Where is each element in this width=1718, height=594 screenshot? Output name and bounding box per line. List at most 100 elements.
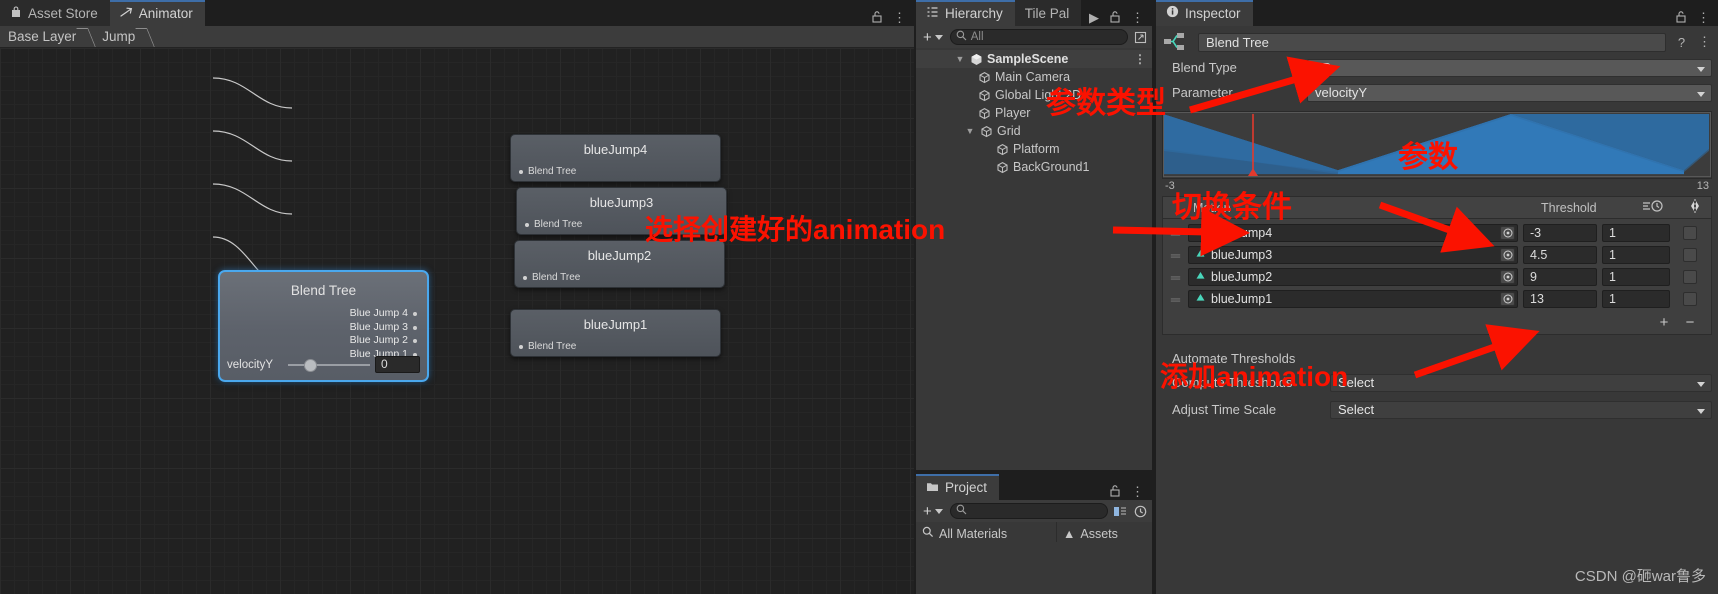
animator-tabstrip: Asset Store Animator ⋮ bbox=[0, 0, 914, 26]
tree-item-platform[interactable]: Platform bbox=[916, 140, 1152, 158]
node-subtitle: Blend Tree bbox=[519, 341, 576, 352]
drag-handle-icon[interactable]: ═ bbox=[1167, 226, 1183, 241]
tree-item-grid[interactable]: ▼ Grid bbox=[916, 122, 1152, 140]
threshold-field[interactable]: 9 bbox=[1523, 268, 1597, 286]
menu-dots-icon[interactable]: ⋮ bbox=[1131, 484, 1144, 500]
tab-inspector[interactable]: Inspector bbox=[1156, 0, 1253, 26]
tree-item-main-camera[interactable]: Main Camera bbox=[916, 68, 1152, 86]
compute-thresholds-dropdown[interactable]: Select bbox=[1330, 373, 1712, 392]
tab-project[interactable]: Project bbox=[916, 474, 1000, 500]
hierarchy-tree[interactable]: ▼ SampleScene ⋮ Main Camera Global Light… bbox=[916, 48, 1152, 470]
threshold-field[interactable]: 13 bbox=[1523, 290, 1597, 308]
lock-icon[interactable] bbox=[1109, 484, 1121, 500]
port-blue-jump-4[interactable]: Blue Jump 4 bbox=[220, 307, 417, 321]
tab-tile-palette[interactable]: Tile Pal bbox=[1014, 0, 1082, 26]
mirror-cell[interactable] bbox=[1675, 248, 1705, 262]
lock-icon[interactable] bbox=[1109, 10, 1121, 26]
motion-row-bluejump2[interactable]: ═ blueJump2 9 1 bbox=[1163, 266, 1711, 288]
mirror-cell[interactable] bbox=[1675, 226, 1705, 240]
motion-object-field[interactable]: blueJump2 bbox=[1188, 268, 1518, 286]
threshold-field[interactable]: 4.5 bbox=[1523, 246, 1597, 264]
create-gameobject-button[interactable]: + bbox=[920, 29, 946, 46]
time-scale-field[interactable]: 1 bbox=[1602, 246, 1670, 264]
mirror-cell[interactable] bbox=[1675, 270, 1705, 284]
project-search-input[interactable] bbox=[949, 503, 1108, 519]
tab-animator[interactable]: Animator bbox=[109, 0, 205, 26]
mirror-checkbox[interactable] bbox=[1683, 248, 1697, 262]
animator-graph-canvas[interactable]: Blend Tree Blue Jump 4 Blue Jump 3 Blue … bbox=[0, 48, 914, 594]
port-blue-jump-2[interactable]: Blue Jump 2 bbox=[220, 334, 417, 348]
lock-icon[interactable] bbox=[871, 10, 883, 26]
motion-row-bluejump3[interactable]: ═ blueJump3 4.5 1 bbox=[1163, 244, 1711, 266]
mirror-checkbox[interactable] bbox=[1683, 226, 1697, 240]
hierarchy-filter-icon[interactable] bbox=[1132, 29, 1148, 45]
tree-item-samplescene[interactable]: ▼ SampleScene ⋮ bbox=[916, 50, 1152, 68]
project-filter-by-type-icon[interactable] bbox=[1112, 503, 1128, 519]
blend-weight-graph-svg bbox=[1163, 111, 1711, 178]
tree-item-background1[interactable]: BackGround1 bbox=[916, 158, 1152, 176]
menu-dots-icon[interactable]: ⋮ bbox=[1131, 10, 1144, 26]
tab-hierarchy[interactable]: Hierarchy bbox=[916, 0, 1015, 26]
mirror-checkbox[interactable] bbox=[1683, 270, 1697, 284]
motion-row-bluejump1[interactable]: ═ blueJump1 13 1 bbox=[1163, 288, 1711, 310]
object-picker-icon[interactable] bbox=[1500, 292, 1515, 306]
tree-item-label: SampleScene bbox=[987, 52, 1069, 66]
asset-name-field[interactable]: Blend Tree bbox=[1198, 32, 1666, 52]
scene-menu-dots-icon[interactable]: ⋮ bbox=[1134, 52, 1152, 66]
motion-object-field[interactable]: blueJump3 bbox=[1188, 246, 1518, 264]
blend-tree-graph[interactable] bbox=[1162, 111, 1712, 179]
motion-row-bluejump4[interactable]: ═ blueJump4 -3 1 bbox=[1163, 222, 1711, 244]
expand-arrow-icon[interactable]: ▼ bbox=[964, 126, 976, 136]
play-icon[interactable]: ▶ bbox=[1089, 10, 1099, 26]
hierarchy-search-input[interactable]: All bbox=[949, 29, 1128, 45]
plus-icon: + bbox=[923, 28, 932, 46]
motion-object-field[interactable]: blueJump4 bbox=[1188, 224, 1518, 242]
expand-arrow-icon[interactable]: ▼ bbox=[954, 54, 966, 64]
remove-motion-button[interactable]: − bbox=[1679, 314, 1701, 331]
drag-handle-icon[interactable]: ═ bbox=[1167, 270, 1183, 285]
help-icon[interactable]: ? bbox=[1674, 35, 1689, 50]
gameobject-icon bbox=[996, 143, 1009, 156]
time-scale-field[interactable]: 1 bbox=[1602, 290, 1670, 308]
project-create-button[interactable]: + bbox=[920, 503, 946, 520]
breadcrumb-base-layer[interactable]: Base Layer bbox=[0, 26, 94, 48]
slider-knob[interactable] bbox=[304, 358, 318, 372]
project-favorites-icon[interactable] bbox=[1132, 503, 1148, 519]
blend-type-dropdown[interactable]: 1D bbox=[1307, 58, 1712, 77]
project-item-all-materials[interactable]: All Materials bbox=[916, 522, 1056, 542]
parameter-slider[interactable] bbox=[288, 358, 370, 372]
node-blend-tree[interactable]: Blend Tree Blue Jump 4 Blue Jump 3 Blue … bbox=[218, 270, 429, 382]
mirror-cell[interactable] bbox=[1675, 292, 1705, 306]
caret-up-icon[interactable]: ▲ bbox=[1063, 527, 1075, 541]
adjust-time-scale-dropdown[interactable]: Select bbox=[1330, 400, 1712, 419]
object-picker-icon[interactable] bbox=[1500, 270, 1515, 284]
breadcrumb-jump[interactable]: Jump bbox=[94, 26, 153, 48]
menu-dots-icon[interactable]: ⋮ bbox=[893, 10, 906, 26]
tree-item-global-light-2d[interactable]: Global Light 2D bbox=[916, 86, 1152, 104]
menu-dots-icon[interactable]: ⋮ bbox=[1697, 10, 1710, 26]
node-bluejump3[interactable]: blueJump3 Blend Tree bbox=[516, 187, 727, 235]
object-picker-icon[interactable] bbox=[1500, 226, 1515, 240]
menu-dots-icon[interactable]: ⋮ bbox=[1697, 34, 1712, 50]
time-scale-field[interactable]: 1 bbox=[1602, 224, 1670, 242]
mirror-checkbox[interactable] bbox=[1683, 292, 1697, 306]
project-browser[interactable]: All Materials ▲ Assets bbox=[916, 522, 1152, 594]
node-bluejump1[interactable]: blueJump1 Blend Tree bbox=[510, 309, 721, 357]
parameter-value-field[interactable]: 0 bbox=[375, 356, 420, 373]
drag-handle-icon[interactable]: ═ bbox=[1167, 292, 1183, 307]
lock-icon[interactable] bbox=[1675, 10, 1687, 26]
node-bluejump4[interactable]: blueJump4 Blend Tree bbox=[510, 134, 721, 182]
tree-item-player[interactable]: Player bbox=[916, 104, 1152, 122]
adjust-time-scale-label: Adjust Time Scale bbox=[1172, 402, 1277, 417]
motion-object-field[interactable]: blueJump1 bbox=[1188, 290, 1518, 308]
threshold-field[interactable]: -3 bbox=[1523, 224, 1597, 242]
port-blue-jump-3[interactable]: Blue Jump 3 bbox=[220, 321, 417, 335]
time-scale-field[interactable]: 1 bbox=[1602, 268, 1670, 286]
node-bluejump2[interactable]: blueJump2 Blend Tree bbox=[514, 240, 725, 288]
project-item-assets[interactable]: ▲ Assets bbox=[1056, 522, 1152, 542]
object-picker-icon[interactable] bbox=[1500, 248, 1515, 262]
add-motion-button[interactable]: + bbox=[1653, 314, 1675, 331]
parameter-dropdown[interactable]: velocityY bbox=[1307, 83, 1712, 102]
drag-handle-icon[interactable]: ═ bbox=[1167, 248, 1183, 263]
tab-asset-store[interactable]: Asset Store bbox=[0, 0, 110, 26]
